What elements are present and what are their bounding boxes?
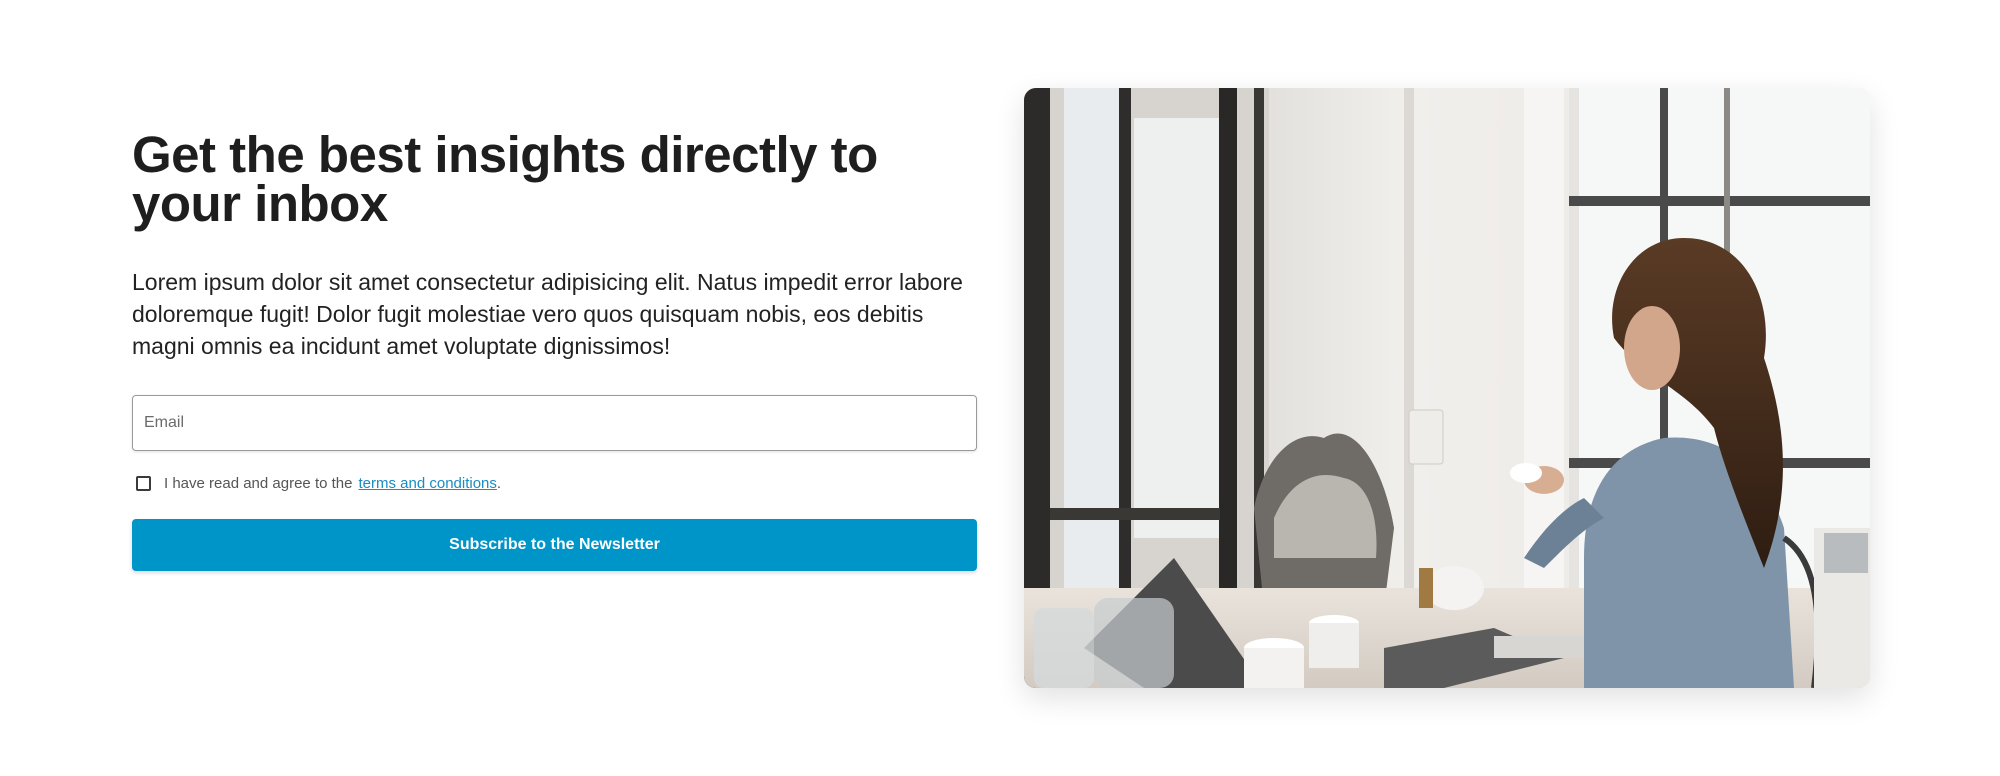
- consent-checkbox[interactable]: [136, 475, 151, 491]
- photo-illustration: [1024, 88, 1870, 688]
- intro-paragraph: Lorem ipsum dolor sit amet consectetur a…: [132, 269, 963, 359]
- newsletter-content: Get the best insights directly to your i…: [132, 126, 977, 571]
- consent-row: I have read and agree to the terms and c…: [132, 473, 977, 493]
- page-title: Get the best insights directly to your i…: [132, 126, 878, 232]
- email-field[interactable]: [132, 395, 977, 451]
- hero-photo: [1024, 88, 1870, 688]
- consent-label: I have read and agree to the: [164, 474, 353, 492]
- consent-period: .: [496, 474, 502, 492]
- terms-link[interactable]: terms and conditions: [358, 475, 496, 492]
- subscribe-button[interactable]: Subscribe to the Newsletter: [132, 519, 977, 571]
- newsletter-section: Get the best insights directly to your i…: [0, 0, 2000, 776]
